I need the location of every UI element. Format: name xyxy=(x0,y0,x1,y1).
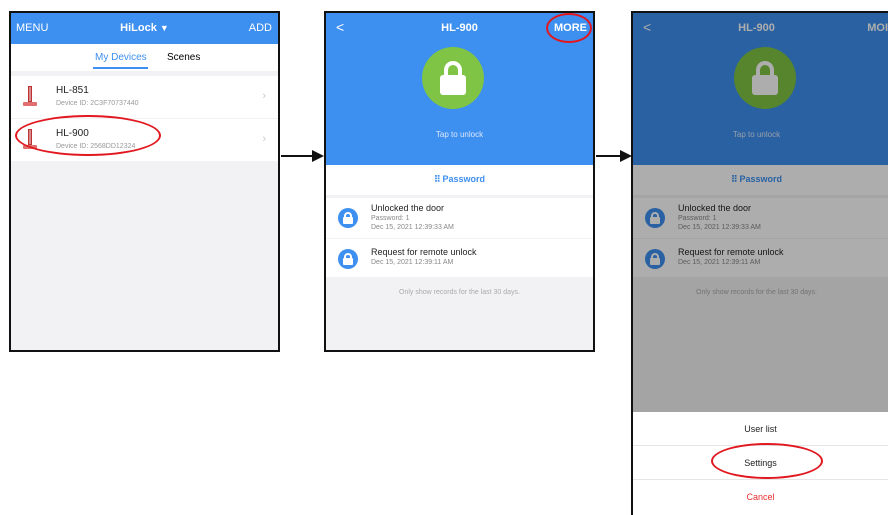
add-button[interactable]: ADD xyxy=(249,22,272,34)
record-item: Request for remote unlock Dec 15, 2021 1… xyxy=(326,239,593,277)
device-detail-screen: < HL-900 MORE Tap to unlock ⠿ Password Un… xyxy=(324,11,595,352)
more-actions-screen: < HL-900 MOI Tap to unlock ⠿ Password Unl… xyxy=(631,11,888,515)
highlight-settings-ring xyxy=(711,443,823,479)
tab-scenes[interactable]: Scenes xyxy=(167,52,200,63)
cancel-option[interactable]: Cancel xyxy=(633,480,888,514)
user-list-option[interactable]: User list xyxy=(633,412,888,446)
password-button[interactable]: ⠿ Password xyxy=(326,165,593,195)
tab-my-devices[interactable]: My Devices xyxy=(95,52,147,63)
arrow-right-icon xyxy=(620,150,632,162)
door-lock-icon xyxy=(23,86,37,106)
password-label: Password xyxy=(442,174,486,184)
caret-down-icon: ▼ xyxy=(159,23,169,33)
record-title: Request for remote unlock xyxy=(371,247,477,257)
chevron-right-icon: › xyxy=(262,90,266,102)
device-list-screen: MENU HiLock ▼ ADD My Devices Scenes HL-8… xyxy=(9,11,280,352)
app-title-dropdown[interactable]: HiLock ▼ xyxy=(11,22,278,34)
highlight-device-ring xyxy=(15,115,161,156)
device-name: HL-851 xyxy=(56,85,89,96)
unlock-icon xyxy=(338,249,358,269)
app-title: HiLock xyxy=(120,22,157,34)
record-time: Dec 15, 2021 12:39:11 AM xyxy=(371,259,454,266)
record-item: Unlocked the door Password: 1 Dec 15, 20… xyxy=(326,198,593,238)
tab-bar: My Devices Scenes xyxy=(11,44,278,71)
record-detail: Password: 1 xyxy=(371,215,410,222)
highlight-more-ring xyxy=(546,13,592,43)
flow-arrow-line xyxy=(281,155,313,157)
chevron-right-icon: › xyxy=(262,133,266,145)
flow-arrow-line xyxy=(596,155,622,157)
device-id: Device ID: 2C3F70737440 xyxy=(56,100,139,107)
arrow-right-icon xyxy=(312,150,324,162)
records-note: Only show records for the last 30 days. xyxy=(399,289,520,296)
top-bar: MENU HiLock ▼ ADD xyxy=(11,13,278,44)
record-title: Unlocked the door xyxy=(371,203,445,213)
active-tab-indicator xyxy=(93,67,148,69)
device-row[interactable]: HL-851 Device ID: 2C3F70737440 › xyxy=(11,76,278,118)
tap-to-unlock-label: Tap to unlock xyxy=(435,130,484,139)
keypad-icon: ⠿ xyxy=(433,174,441,184)
record-time: Dec 15, 2021 12:39:33 AM xyxy=(371,224,454,231)
unlock-button[interactable] xyxy=(422,47,484,109)
unlock-icon xyxy=(338,208,358,228)
